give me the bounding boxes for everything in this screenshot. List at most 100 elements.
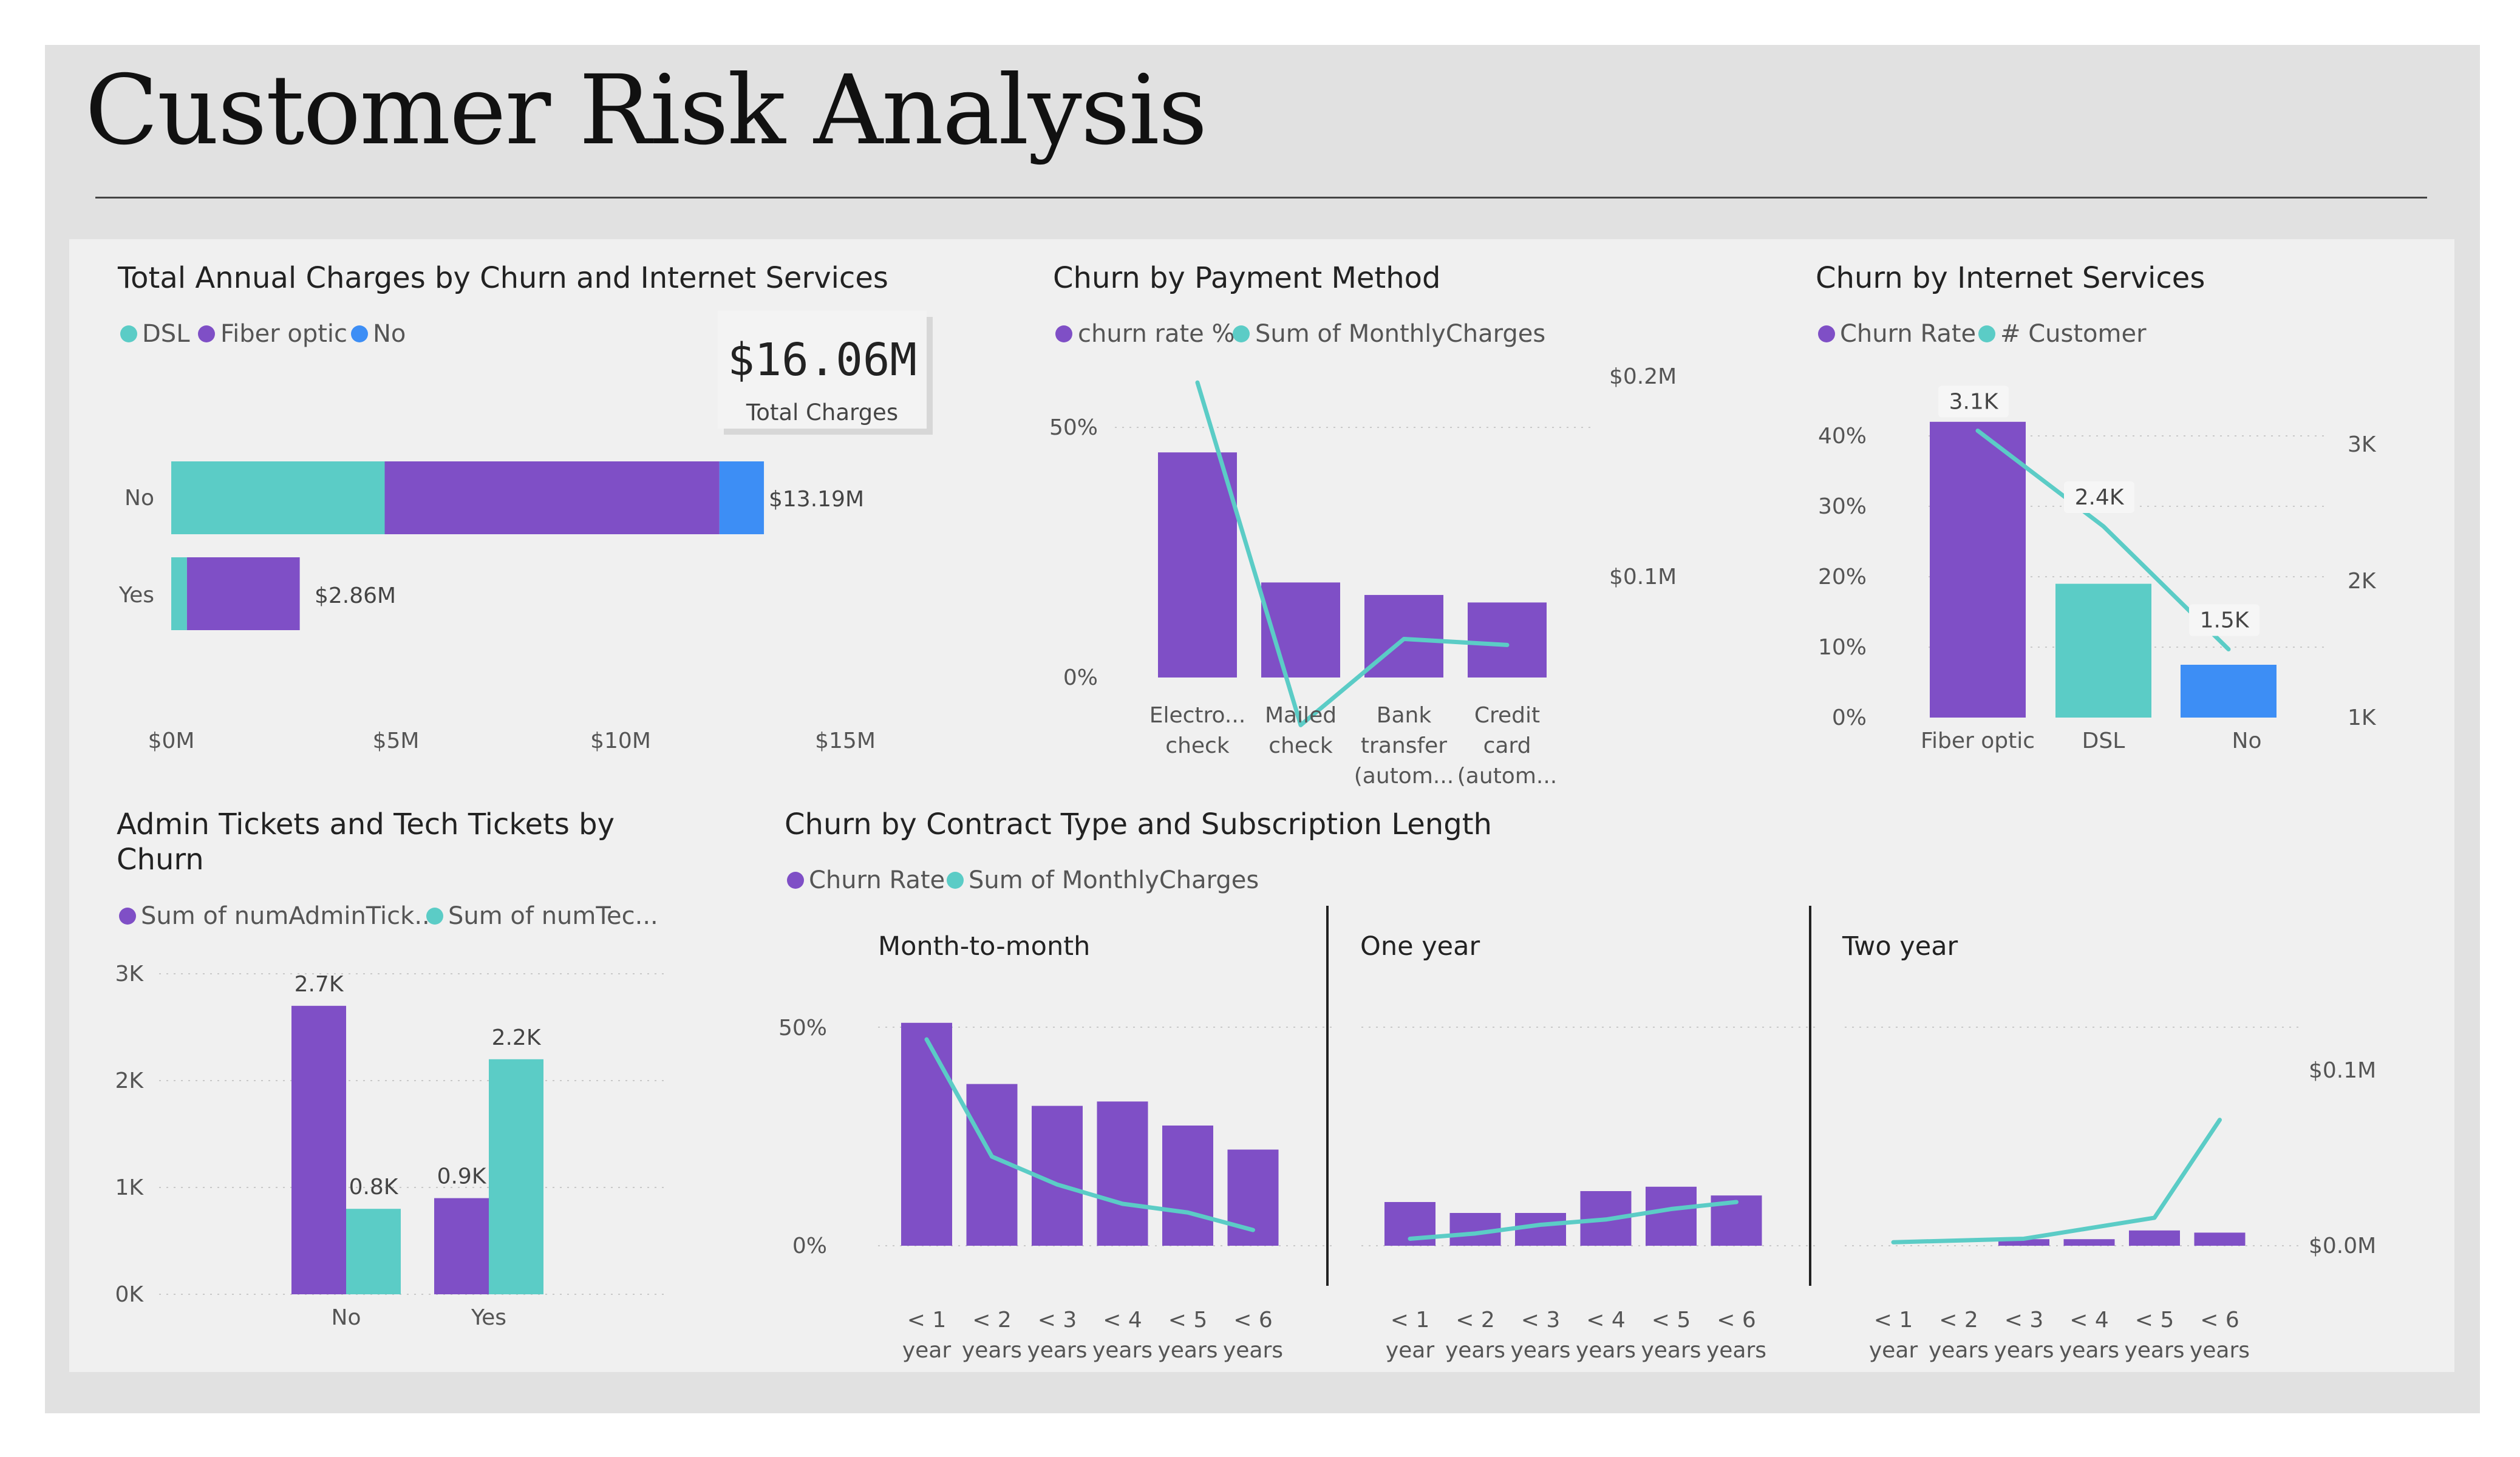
- contract-xtick-0-0-l1: < 1: [907, 1308, 947, 1333]
- contract-bar-0-3[interactable]: [1097, 1101, 1148, 1246]
- kpi-card[interactable]: $16.06M Total Charges: [718, 311, 933, 435]
- contract-xtick-2-1-l2: years: [1929, 1338, 1989, 1363]
- legend-dot-fiber: [198, 325, 215, 342]
- inet-y2tick-3K: 3K: [2348, 432, 2377, 457]
- contract-xtick-2-3-l1: < 4: [2069, 1308, 2109, 1333]
- ticket-bar-0-0[interactable]: [291, 1005, 346, 1294]
- ticket-bar-0-1[interactable]: [434, 1198, 489, 1294]
- xtick-5: $5M: [373, 728, 420, 753]
- inet-label-1: 2.4K: [2075, 485, 2125, 510]
- xtick-no-internet: No: [2232, 728, 2262, 753]
- contract-bar-2-5[interactable]: [2194, 1232, 2246, 1246]
- pay-bar-3[interactable]: [1468, 602, 1547, 678]
- kpi-label: Total Charges: [746, 399, 898, 426]
- legend-fiber-optic[interactable]: Fiber optic: [220, 320, 347, 348]
- tickets-ytick-3K: 3K: [115, 962, 144, 987]
- inet-bar-1[interactable]: [2055, 583, 2151, 718]
- xtick-electronic-check-l2: check: [1165, 733, 1230, 758]
- contract-xtick-1-1-l2: years: [1445, 1338, 1505, 1363]
- bar-no-dsl[interactable]: [171, 461, 385, 534]
- xtick-credit-card-l3: (autom...: [1457, 764, 1557, 789]
- contract-bar-0-0[interactable]: [901, 1022, 952, 1246]
- pay-bar-0[interactable]: [1158, 452, 1237, 678]
- y2tick-0.2: $0.2M: [1609, 364, 1677, 389]
- inet-ytick-0%: 0%: [1832, 705, 1867, 730]
- legend-dot-churn-rate: [1055, 325, 1072, 342]
- legend-churn-rate-3[interactable]: Churn Rate: [809, 866, 945, 894]
- inet-bar-2[interactable]: [2181, 665, 2277, 718]
- inet-ytick-30%: 30%: [1818, 494, 1867, 519]
- ticket-bar-1-0[interactable]: [346, 1209, 401, 1294]
- contract-bar-1-4[interactable]: [1646, 1186, 1697, 1246]
- bar-no-no[interactable]: [719, 461, 765, 534]
- contract-xtick-0-1-l1: < 2: [972, 1308, 1012, 1333]
- contract-xtick-2-4-l2: years: [2124, 1338, 2184, 1363]
- ticket-label-1-0: 0.8K: [349, 1175, 399, 1200]
- ticket-label-0-0: 2.7K: [295, 972, 344, 997]
- contract-xtick-0-3-l1: < 4: [1103, 1308, 1142, 1333]
- xtick-credit-card-l2: card: [1483, 733, 1531, 758]
- bar-no-fiber-optic[interactable]: [384, 461, 720, 534]
- inet-bar-0[interactable]: [1930, 421, 2026, 718]
- contract-bar-1-2[interactable]: [1515, 1213, 1566, 1246]
- legend-dot-no: [351, 325, 368, 342]
- contract-xtick-0-4-l1: < 5: [1168, 1308, 1208, 1333]
- ticket-label-0-1: 0.9K: [437, 1164, 487, 1189]
- contract-bar-2-3[interactable]: [2063, 1239, 2115, 1246]
- legend-tech-tickets[interactable]: Sum of numTec...: [448, 902, 658, 930]
- contract-bar-2-4[interactable]: [2129, 1230, 2180, 1246]
- legend-monthly-charges-2[interactable]: Sum of MonthlyCharges: [969, 866, 1259, 894]
- contract-xtick-2-3-l2: years: [2059, 1338, 2119, 1363]
- payment-method-chart[interactable]: Churn by Payment Method churn rate % Sum…: [1049, 261, 1677, 789]
- legend-no[interactable]: No: [373, 320, 406, 348]
- contract-xtick-1-5-l1: < 6: [1717, 1308, 1756, 1333]
- panel-title-month-to-month: Month-to-month: [878, 931, 1090, 962]
- contract-xtick-0-1-l2: years: [962, 1338, 1022, 1363]
- contract-xtick-0-0-l2: year: [902, 1338, 952, 1363]
- legend-churn-rate-2[interactable]: Churn Rate: [1840, 320, 1976, 348]
- legend-dot-admin: [119, 908, 136, 925]
- legend-admin-tickets[interactable]: Sum of numAdminTick...: [141, 902, 437, 930]
- bar-yes-fiber-optic[interactable]: [186, 557, 300, 630]
- xtick-10: $10M: [590, 728, 651, 753]
- internet-services-chart[interactable]: Churn by Internet Services Churn Rate # …: [1816, 261, 2377, 753]
- contract-y2tick-0.0: $0.0M: [2309, 1234, 2376, 1258]
- inet-label-0: 3.1K: [1949, 390, 1999, 415]
- tickets-chart[interactable]: Admin Tickets and Tech Tickets by Churn …: [115, 807, 668, 1330]
- kpi-value: $16.06M: [727, 334, 917, 386]
- inet-ytick-20%: 20%: [1818, 565, 1867, 589]
- legend-monthly-charges[interactable]: Sum of MonthlyCharges: [1255, 320, 1545, 348]
- contract-bar-0-4[interactable]: [1162, 1126, 1213, 1246]
- contract-title: Churn by Contract Type and Subscription …: [785, 807, 1492, 841]
- tickets-ytick-1K: 1K: [115, 1175, 144, 1200]
- xtick-0: $0M: [148, 728, 195, 753]
- total-label-yes: $2.86M: [315, 583, 396, 608]
- pay-cat-2: Bank transfer (autom...: [1354, 703, 1454, 789]
- contract-xtick-2-5-l2: years: [2190, 1338, 2250, 1363]
- charts-canvas: Total Annual Charges by Churn and Intern…: [115, 261, 2377, 1363]
- contract-xtick-2-5-l1: < 6: [2200, 1308, 2239, 1333]
- bar-yes-dsl[interactable]: [171, 557, 187, 630]
- xtick-bank-transfer-l3: (autom...: [1354, 764, 1454, 789]
- legend-customer[interactable]: # Customer: [2000, 320, 2147, 348]
- contract-xtick-1-1-l1: < 2: [1456, 1308, 1495, 1333]
- contract-xtick-2-0-l2: year: [1869, 1338, 1918, 1363]
- ticket-label-1-1: 2.2K: [492, 1025, 542, 1050]
- tickets-ytick-0K: 0K: [115, 1282, 144, 1307]
- xtick-electronic-check-l1: Electro...: [1149, 703, 1246, 728]
- ytick-50: 50%: [1049, 415, 1098, 440]
- legend-dsl[interactable]: DSL: [142, 320, 190, 348]
- contract-xtick-1-4-l2: years: [1641, 1338, 1701, 1363]
- pay-bar-2[interactable]: [1364, 595, 1443, 678]
- contract-xtick-0-2-l2: years: [1027, 1338, 1087, 1363]
- contract-xtick-1-5-l2: years: [1706, 1338, 1766, 1363]
- payment-method-title: Churn by Payment Method: [1053, 261, 1440, 295]
- pay-cat-1: Mailed check: [1265, 703, 1337, 758]
- legend-dot-churn-rate-2: [1818, 325, 1835, 342]
- contract-chart[interactable]: Churn by Contract Type and Subscription …: [778, 807, 2376, 1363]
- contract-charges-line-2: [1891, 1118, 2222, 1245]
- legend-dot-dsl: [120, 325, 137, 342]
- legend-churn-rate[interactable]: churn rate %: [1078, 320, 1234, 348]
- inet-ytick-10%: 10%: [1818, 635, 1867, 660]
- ticket-bar-1-1[interactable]: [489, 1059, 543, 1294]
